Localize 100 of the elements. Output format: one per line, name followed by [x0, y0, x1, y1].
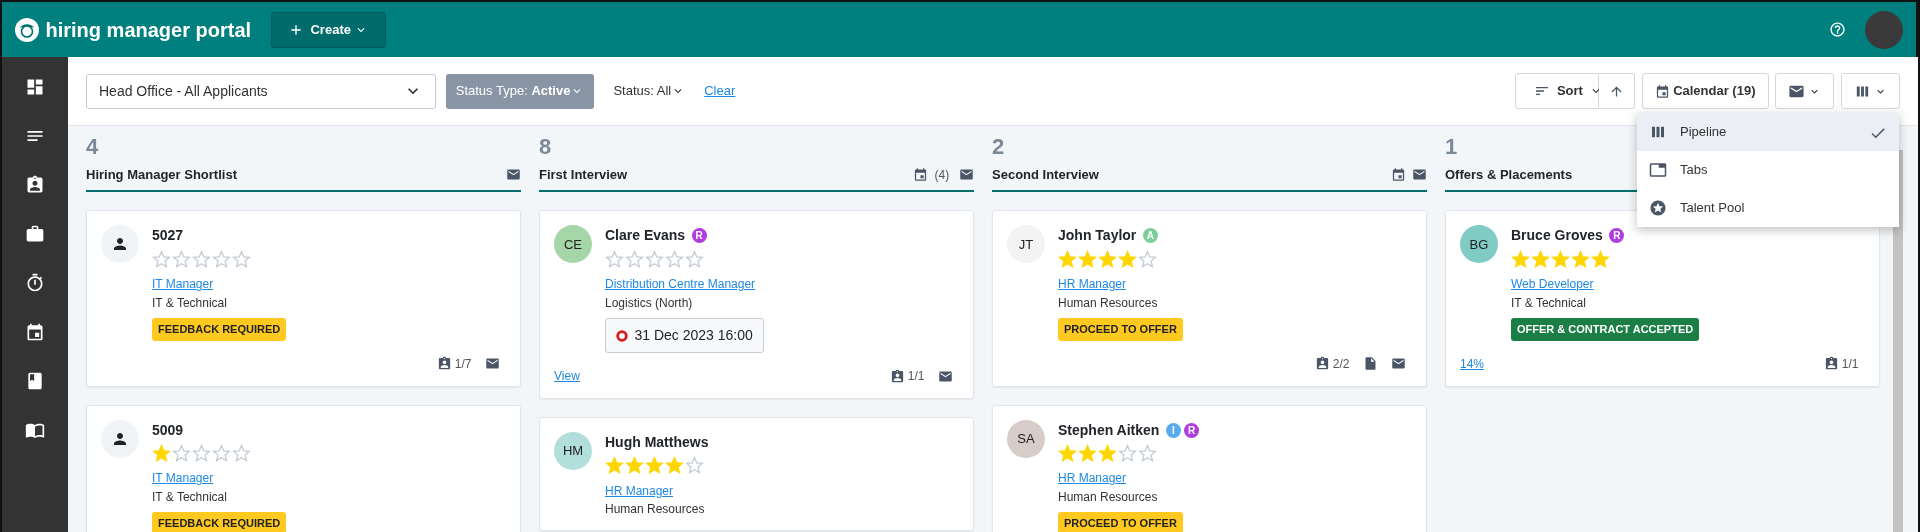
star-icon: [1058, 443, 1077, 463]
department-text: IT & Technical: [152, 294, 228, 312]
scrollbar[interactable]: [1893, 150, 1903, 532]
status-tag: PROCEED TO OFFER: [1058, 512, 1183, 532]
star-icon: [605, 249, 624, 269]
create-button[interactable]: Create: [270, 11, 386, 48]
mail-icon[interactable]: [484, 356, 500, 372]
status-tag: PROCEED TO OFFER: [1058, 318, 1183, 341]
star-icon: [152, 249, 171, 269]
candidate-card[interactable]: JT John Taylor A HR Manager Human Resources PROCEED TO OFFER 2/2: [992, 210, 1427, 387]
star-rating[interactable]: [152, 249, 251, 269]
candidate-name[interactable]: Bruce Groves: [1511, 225, 1603, 247]
job-link[interactable]: IT Manager: [152, 277, 214, 292]
star-icon: [665, 249, 684, 269]
job-link[interactable]: HR Manager: [605, 483, 674, 498]
sort-dropdown[interactable]: Sort: [1515, 73, 1600, 110]
star-icon: [212, 249, 231, 269]
avatar: JT: [1007, 225, 1045, 264]
star-icon: [665, 456, 684, 476]
window-icon: [1649, 161, 1667, 179]
star-icon: [1098, 249, 1117, 269]
job-link[interactable]: IT Manager: [152, 471, 214, 486]
job-link[interactable]: HR Manager: [1058, 277, 1127, 292]
star-icon: [1118, 443, 1137, 463]
star-icon: [605, 456, 624, 476]
status-badge: I: [1165, 422, 1181, 438]
candidate-name[interactable]: 5027: [152, 225, 184, 247]
candidate-name[interactable]: 5009: [152, 419, 184, 441]
link[interactable]: 14%: [1460, 354, 1485, 373]
feedback-count: 1/7: [454, 355, 472, 373]
candidate-card[interactable]: 5027 IT Manager IT & Technical FEEDBACK REQUIRED 1/7: [86, 210, 521, 387]
mail-icon[interactable]: [1412, 167, 1427, 183]
star-icon: [212, 443, 231, 463]
calendar-icon[interactable]: [1390, 167, 1406, 183]
calendar-icon[interactable]: [25, 322, 45, 342]
menu-item[interactable]: Talent Pool: [1637, 189, 1899, 227]
candidate-name[interactable]: Clare Evans: [605, 225, 686, 247]
column-title: Offers & Placements: [1445, 165, 1573, 184]
logo-icon: [15, 17, 39, 42]
mail-icon[interactable]: [959, 167, 974, 183]
star-rating[interactable]: [605, 249, 704, 269]
mail-icon[interactable]: [1390, 356, 1406, 372]
job-link[interactable]: Distribution Centre Manager: [605, 277, 756, 292]
star-icon: [645, 249, 664, 269]
location-select[interactable]: Head Office - All Applicants: [86, 73, 436, 109]
menu-item[interactable]: Tabs: [1637, 151, 1899, 189]
link[interactable]: View: [554, 367, 580, 386]
candidate-card[interactable]: CE Clare Evans R Distribution Centre Manager Logistics (North) 31 Dec 2023 16:00 View 1/1: [539, 210, 974, 400]
menu-item[interactable]: Pipeline: [1637, 113, 1899, 151]
star-icon: [1531, 249, 1550, 269]
star-icon: [1098, 443, 1117, 463]
job-link[interactable]: HR Manager: [1058, 471, 1127, 486]
candidate-name[interactable]: John Taylor: [1058, 225, 1137, 247]
star-icon: [232, 443, 251, 463]
feedback-count: 2/2: [1332, 355, 1350, 373]
candidate-card[interactable]: SA Stephen Aitken I R HR Manager Human Resources PROCEED TO OFFER: [992, 404, 1427, 532]
mail-icon[interactable]: [506, 167, 521, 183]
clipboard-icon[interactable]: [25, 175, 45, 195]
column-count: 1: [1445, 136, 1459, 159]
clear-link[interactable]: Clear: [704, 81, 736, 101]
interview-date[interactable]: 31 Dec 2023 16:00: [605, 318, 764, 354]
clipboard-icon[interactable]: [889, 368, 905, 384]
avatar: SA: [1007, 419, 1045, 458]
status-tag: FEEDBACK REQUIRED: [152, 512, 287, 532]
help-icon[interactable]: [1828, 21, 1846, 38]
star-icon: [172, 443, 191, 463]
candidate-name[interactable]: Hugh Matthews: [605, 432, 709, 454]
star-icon: [1078, 249, 1097, 269]
view-dropdown[interactable]: [1840, 73, 1900, 110]
feedback-count: 1/1: [1841, 355, 1859, 373]
stopwatch-icon[interactable]: [25, 273, 45, 293]
department-text: IT & Technical: [1511, 294, 1587, 312]
candidate-card[interactable]: 5009 IT Manager IT & Technical FEEDBACK REQUIRED: [86, 404, 521, 532]
status-badge: R: [1184, 422, 1200, 438]
column-count: 2: [992, 136, 1006, 159]
star-icon: [1138, 249, 1157, 269]
status-dropdown[interactable]: Status: All: [607, 80, 692, 102]
calendar-icon[interactable]: [913, 167, 929, 183]
star-rating[interactable]: [152, 443, 251, 463]
calendar-button[interactable]: Calendar (19): [1641, 73, 1769, 110]
status-tag: FEEDBACK REQUIRED: [152, 318, 287, 341]
candidate-card[interactable]: HM Hugh Matthews HR Manager Human Resources: [539, 417, 974, 532]
star-rating[interactable]: [605, 456, 704, 476]
clipboard-icon[interactable]: [436, 356, 452, 372]
star-rating[interactable]: [1511, 249, 1610, 269]
star-icon: [685, 249, 704, 269]
dashboard-icon[interactable]: [25, 77, 45, 97]
job-link[interactable]: Web Developer: [1511, 277, 1594, 292]
email-dropdown[interactable]: [1775, 73, 1835, 110]
clipboard-icon[interactable]: [1314, 356, 1330, 372]
event-count: (4): [934, 166, 950, 184]
briefcase-icon[interactable]: [25, 224, 45, 244]
star-rating[interactable]: [1058, 249, 1157, 269]
status-badge: A: [1142, 228, 1158, 244]
clipboard-icon[interactable]: [1823, 356, 1839, 372]
star-icon: [1118, 249, 1137, 269]
candidate-name[interactable]: Stephen Aitken: [1058, 419, 1160, 441]
book-icon[interactable]: [25, 371, 45, 391]
star-rating[interactable]: [1058, 443, 1157, 463]
star-icon: [232, 249, 251, 269]
